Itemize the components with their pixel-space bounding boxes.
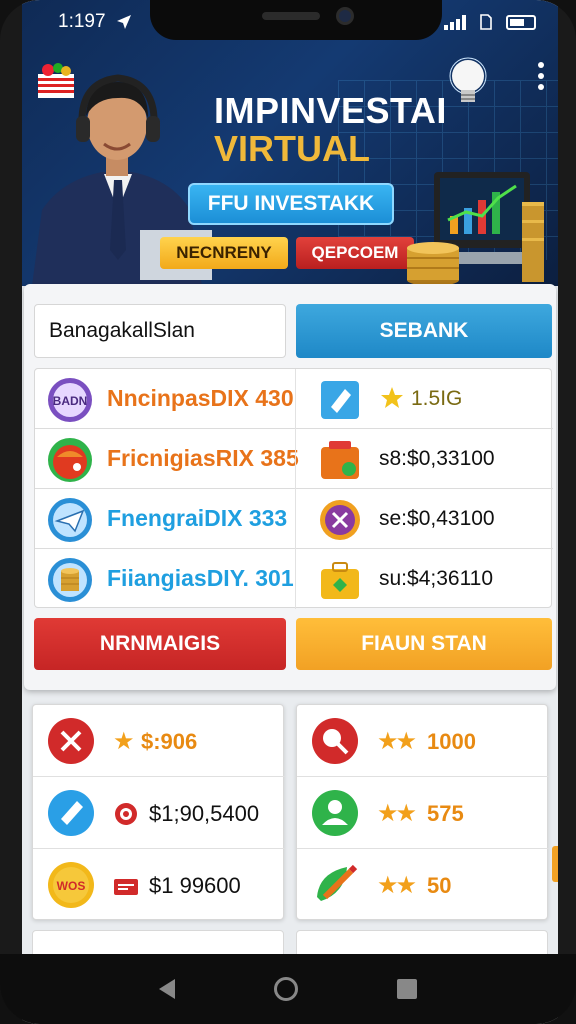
- navigation-arrow-icon: [116, 15, 131, 29]
- fund-name: FricnigiasRIX 385: [107, 445, 299, 471]
- paper-plane-icon: [48, 498, 92, 542]
- manage-button[interactable]: NRNMAIGIS: [34, 618, 286, 670]
- fund-value: 1.5IG: [411, 387, 463, 410]
- list-item[interactable]: BADN NncinpasDIX 430 1.5IG: [35, 369, 553, 429]
- fund-list: BADN NncinpasDIX 430 1.5IG FricnigiasRIX…: [34, 368, 553, 609]
- investment-panel: BanagakallSlan SEBANK BADN NncinpasDIX 4…: [24, 284, 556, 690]
- close-circle-icon: [48, 718, 94, 764]
- wos-badge-icon: WOS: [48, 862, 94, 908]
- briefcase-icon: [321, 562, 359, 599]
- user-icon: [312, 790, 358, 836]
- stats-card-right: ★★ 1000 ★★ 575 ★★ 50: [296, 704, 549, 921]
- stat-value: 575: [427, 801, 464, 826]
- leaf-pencil-icon: [317, 864, 358, 901]
- record-icon: [115, 803, 137, 825]
- fund-name: FiiangiasDIY. 301: [107, 565, 294, 591]
- list-item[interactable]: $1;90,5400: [33, 777, 285, 849]
- search-input[interactable]: BanagakallSlan: [34, 304, 286, 358]
- star-icon: ★: [113, 728, 134, 755]
- search-button[interactable]: SEBANK: [296, 304, 552, 358]
- list-item[interactable]: ★★ 1000: [297, 705, 549, 777]
- magnifier-icon: [312, 718, 358, 764]
- home-icon[interactable]: [273, 977, 298, 1001]
- lightbulb-icon: [449, 57, 487, 102]
- list-item[interactable]: ★★ 575: [297, 777, 549, 849]
- cancel-circle-icon: [320, 500, 360, 540]
- list-item[interactable]: WOS $1 99600: [33, 849, 285, 921]
- phone-frame: IMPINVESTAI VIRTUAL FFU INVESTAKK NECNRE…: [0, 0, 576, 1024]
- recent-apps-icon[interactable]: [396, 979, 417, 999]
- signal-icon: [444, 14, 466, 30]
- stats-card-left: ★ $:906 $1;90,5400 WOS $1 99600: [32, 704, 285, 921]
- currency-button[interactable]: NECNRENY: [160, 237, 288, 269]
- back-icon[interactable]: [159, 979, 176, 999]
- stat-value: $1 99600: [149, 873, 241, 898]
- star-icon: ★★: [377, 728, 417, 755]
- app-screen: IMPINVESTAI VIRTUAL FFU INVESTAKK NECNRE…: [22, 0, 558, 1024]
- stat-value: 1000: [427, 729, 476, 754]
- star-icon: ★★: [377, 800, 417, 827]
- side-tab[interactable]: [552, 846, 558, 882]
- stat-value: 50: [427, 873, 452, 898]
- ticket-icon: [321, 381, 359, 419]
- hero-title: IMPINVESTAI: [214, 90, 447, 131]
- badge-text: BADN: [53, 394, 88, 408]
- hero-subtitle: VIRTUAL: [214, 128, 370, 169]
- star-icon: [381, 387, 403, 408]
- status-time: 1:197: [58, 11, 106, 32]
- stat-value: $:906: [141, 729, 198, 754]
- list-item[interactable]: FnengraiDIX 333 se:$0,43100: [35, 489, 553, 549]
- start-button[interactable]: FIAUN STAN: [296, 618, 552, 670]
- ticket-strip-icon: [114, 879, 138, 895]
- coins-icon: [407, 242, 459, 286]
- fund-name: NncinpasDIX 430: [107, 385, 294, 411]
- star-icon: ★★: [377, 872, 417, 899]
- fund-value: se:$0,43100: [379, 507, 495, 530]
- badn-badge-icon: BADN: [48, 378, 92, 422]
- stat-value: $1;90,5400: [149, 801, 260, 826]
- badge-text: WOS: [57, 879, 86, 893]
- coin-stack-icon: [48, 558, 92, 602]
- invest-button[interactable]: FFU INVESTAKK: [188, 183, 394, 225]
- sim-icon: [480, 14, 492, 30]
- battery-icon: [506, 14, 536, 30]
- notch: [150, 0, 442, 40]
- deposit-button[interactable]: QEPCOEM: [296, 237, 414, 269]
- list-item[interactable]: ★★ 50: [297, 849, 549, 921]
- list-item[interactable]: FiiangiasDIY. 301 su:$4;36110: [35, 549, 553, 609]
- list-item[interactable]: FricnigiasRIX 385 s8:$0,33100: [35, 429, 553, 489]
- fund-value: su:$4;36110: [379, 567, 494, 590]
- ticket-circle-icon: [48, 790, 94, 836]
- system-nav-bar: [0, 954, 576, 1024]
- more-options-icon[interactable]: [538, 62, 544, 90]
- list-item[interactable]: ★ $:906: [33, 705, 285, 777]
- fruit-icon: [48, 438, 92, 482]
- fund-name: FnengraiDIX 333: [107, 505, 288, 531]
- wallet-icon: [321, 441, 359, 479]
- fund-value: s8:$0,33100: [379, 447, 495, 470]
